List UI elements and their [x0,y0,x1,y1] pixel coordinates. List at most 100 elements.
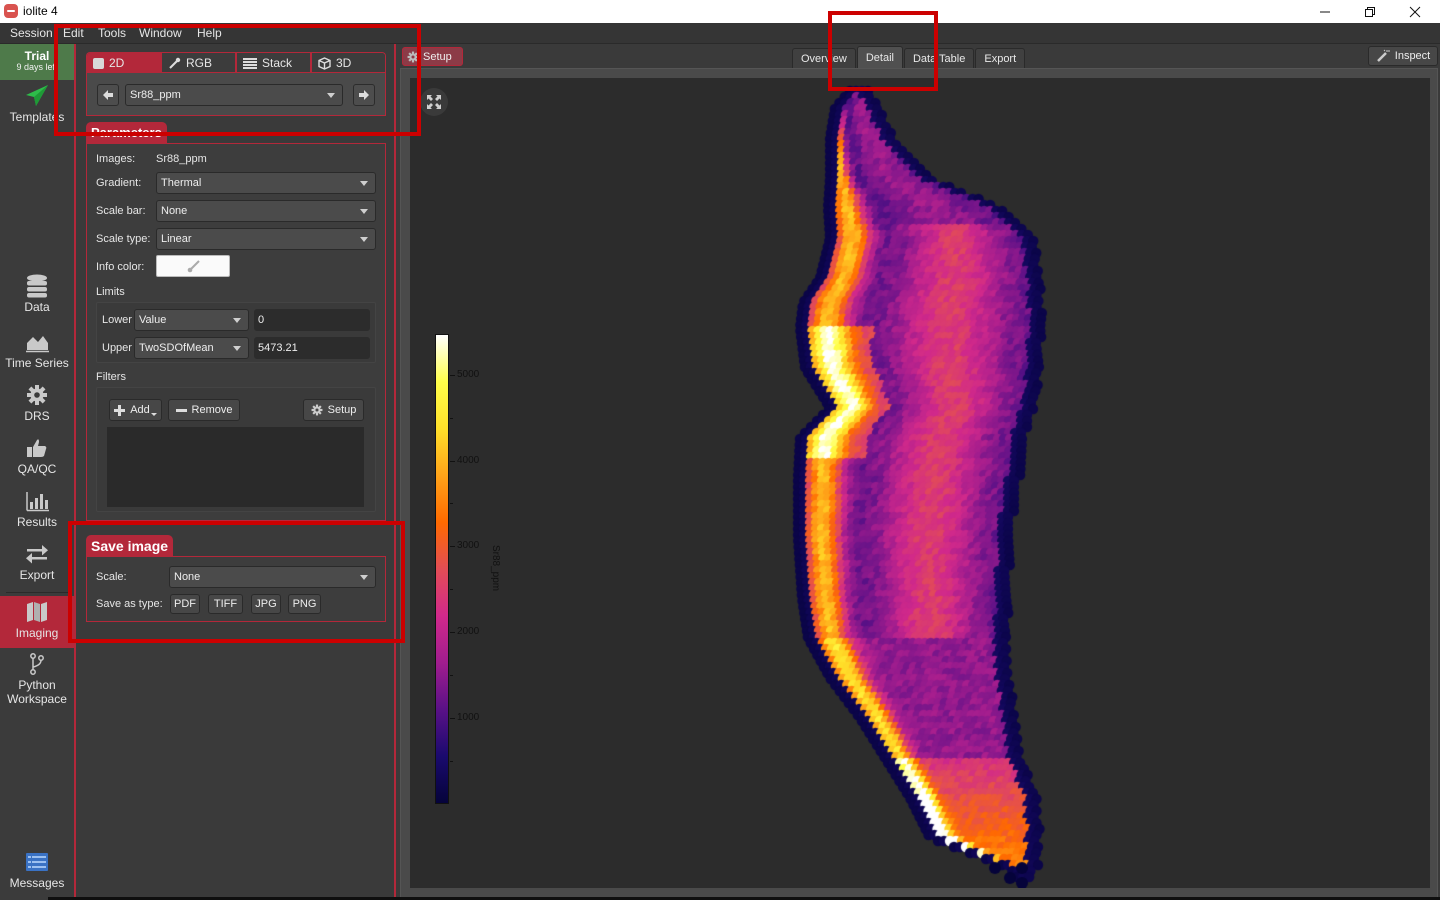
nav-item-export[interactable]: Export [0,542,74,590]
sample-heatmap-image[interactable] [410,78,1430,888]
trial-badge[interactable]: Trial 9 days left [0,44,74,80]
minimize-button[interactable] [1302,0,1348,23]
tab-rgb[interactable]: RGB [162,53,237,72]
menu-window[interactable]: Window [139,26,182,40]
previous-channel-button[interactable] [97,84,119,106]
setup-button[interactable]: Setup [402,47,463,66]
scale-label: Scale: [96,571,127,583]
tab-export[interactable]: Export [975,48,1026,68]
save-scale-value: None [174,571,201,583]
chevron-down-icon [360,181,368,186]
gradient-select[interactable]: Thermal [156,172,376,194]
nav-item-imaging[interactable]: Imaging [0,596,74,648]
tab-data-table[interactable]: Data Table [903,48,975,68]
close-button[interactable] [1392,0,1438,23]
lower-mode-value: Value [139,314,167,326]
filter-setup-button[interactable]: Setup [303,399,364,421]
chevron-down-icon [233,318,241,323]
menu-tools[interactable]: Tools [98,26,126,40]
arrow-right-icon [359,90,369,100]
thumbs-up-icon [27,439,47,457]
save-pdf-button[interactable]: PDF [170,594,200,614]
parameters-title: Parameters [86,122,167,144]
menu-help[interactable]: Help [197,26,222,40]
channel-select[interactable]: Sr88_ppm [125,84,343,106]
remove-filter-button[interactable]: Remove [168,399,240,421]
restore-button[interactable] [1347,0,1393,23]
nav-item-messages[interactable]: Messages [0,850,74,898]
close-icon [1409,6,1421,17]
tab-stack[interactable]: Stack [237,53,312,72]
colorbar-tick-label: 2000 [457,626,480,638]
fullscreen-button[interactable] [420,88,448,116]
image-plot-area[interactable]: 1000 2000 3000 4000 5000 Sr88_ppm [410,78,1430,888]
colorbar-minor-tick [450,675,453,677]
nav-item-time-series[interactable]: Time Series [0,330,74,378]
scale-type-label: Scale type: [96,233,151,245]
inspect-button[interactable]: Inspect [1368,46,1438,66]
save-tiff-button[interactable]: TIFF [208,594,243,614]
nav-item-templates[interactable]: Templates [0,84,74,132]
inspect-label: Inspect [1394,50,1431,62]
filters-list[interactable] [107,427,364,507]
channel-selector-bar: Sr88_ppm [86,72,386,116]
restore-icon [1365,6,1375,17]
info-color-button[interactable] [156,255,230,277]
save-scale-select[interactable]: None [169,566,376,588]
upper-value-input[interactable]: 5473.21 [254,337,370,359]
paper-plane-icon [26,85,48,106]
menu-edit[interactable]: Edit [63,26,84,40]
view-tabs: Overview Detail Data Table Export [792,46,1026,68]
window-title: iolite 4 [23,4,58,18]
cube-icon [318,56,331,70]
nav-label: Templates [9,110,65,124]
map-icon [27,602,47,622]
filters-label: Filters [96,371,126,383]
parameters-group: Images: Sr88_ppm Gradient: Thermal Scale… [86,143,386,521]
nav-item-results[interactable]: Results [0,489,74,537]
upper-mode-select[interactable]: TwoSDOfMean [134,337,249,359]
scale-type-select[interactable]: Linear [156,228,376,250]
database-icon [27,274,47,298]
lower-mode-select[interactable]: Value [134,309,249,331]
colorbar-tick [450,632,455,634]
scale-type-value: Linear [161,233,192,245]
limits-box: Lower Value 0 Upper TwoSDOfMean 5473.21 [96,302,376,363]
tab-detail[interactable]: Detail [856,46,903,68]
colorbar-tick [450,374,455,376]
scale-bar-select[interactable]: None [156,200,376,222]
save-image-group: Scale: None Save as type: PDF TIFF JPG P… [86,556,386,622]
tab-2d[interactable]: 2D [87,53,162,72]
tab-3d[interactable]: 3D [312,53,385,72]
tab-label: 2D [109,56,125,70]
nav-label: DRS [24,409,50,423]
lower-value-input[interactable]: 0 [254,309,370,331]
nav-item-data[interactable]: Data [0,274,74,322]
save-png-button[interactable]: PNG [288,594,321,614]
add-filter-button[interactable]: Add [109,399,162,421]
imaging-panel: 2D RGB Stack 3D Sr88_ppm Parameters Imag… [78,44,396,900]
colorbar-tick-label: 4000 [457,454,480,466]
eyedropper-icon [169,57,181,69]
upper-mode-value: TwoSDOfMean [139,342,214,354]
colorbar-minor-tick [450,589,453,591]
add-label: Add [130,404,150,416]
save-jpg-button[interactable]: JPG [251,594,281,614]
menu-session[interactable]: Session [10,26,53,40]
gradient-value: Thermal [161,177,202,189]
nav-item-qaqc[interactable]: QA/QC [0,436,74,484]
trial-days-left: 9 days left [16,62,58,72]
nav-item-python-workspace[interactable]: Python Workspace [0,652,74,712]
nav-item-drs[interactable]: DRS [0,383,74,431]
next-channel-button[interactable] [353,84,375,106]
minus-icon [175,408,187,412]
colorbar-minor-tick [450,761,453,763]
chevron-down-icon [360,237,368,242]
bar-chart-icon [26,492,49,512]
code-branch-icon [30,653,44,675]
minimize-icon [1320,11,1330,12]
plus-icon [114,404,126,416]
gradient-label: Gradient: [96,177,142,189]
nav-divider [6,592,68,593]
tab-overview[interactable]: Overview [792,48,856,68]
